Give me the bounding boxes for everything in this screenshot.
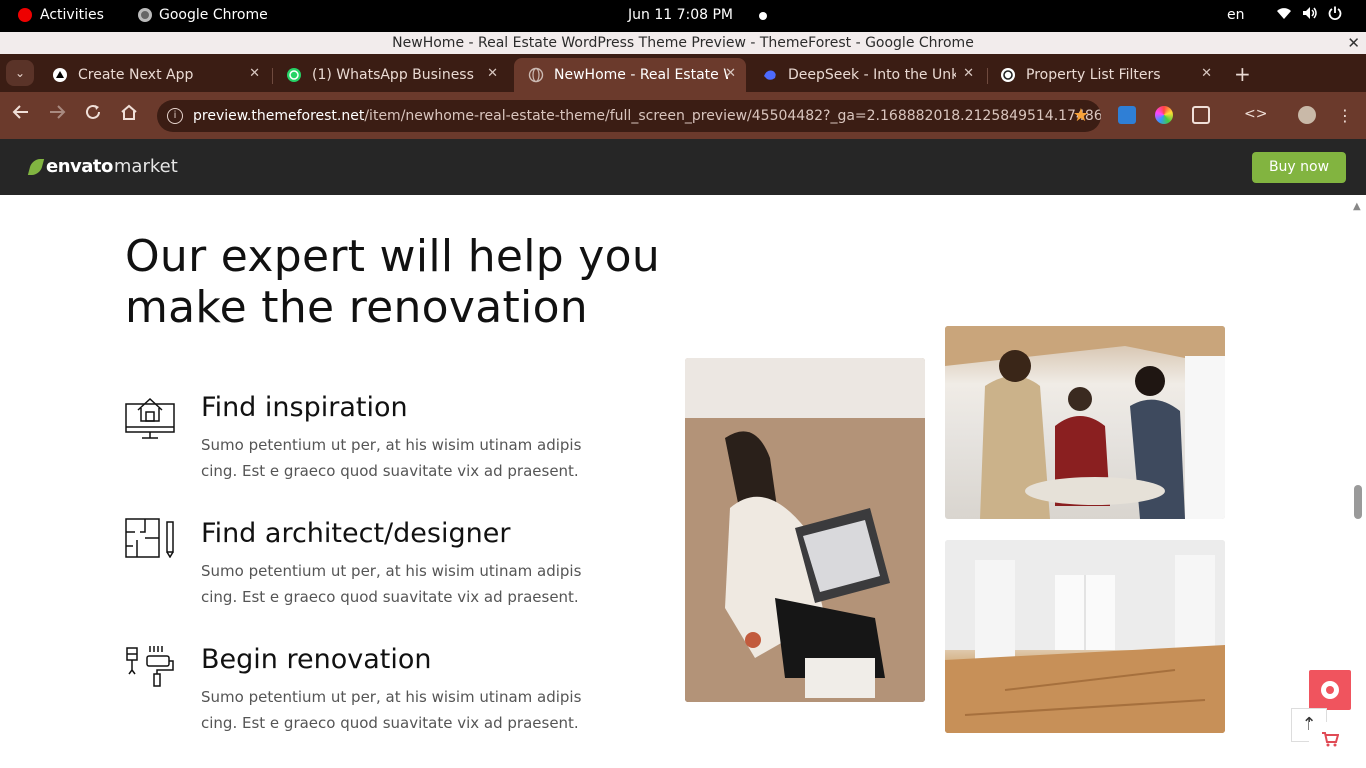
page-scrollbar-thumb[interactable] [1354,485,1362,519]
profile-avatar[interactable] [1298,106,1316,124]
tab-close-icon[interactable]: ✕ [1201,66,1212,81]
tab-label: NewHome - Real Estate W [554,67,728,83]
extension-icon[interactable] [1118,106,1136,124]
tab-close-icon[interactable]: ✕ [487,66,498,81]
scroll-up-arrow-icon[interactable]: ▲ [1353,201,1361,212]
paint-tools-icon [125,644,175,692]
feature-text: Sumo petentium ut per, at his wisim utin… [201,562,582,606]
feature-text: Sumo petentium ut per, at his wisim utin… [201,436,582,480]
tab-label: DeepSeek - Into the Unkn [788,67,956,83]
envato-leaf-icon [27,158,45,175]
bookmark-star-icon[interactable]: ★ [1073,100,1089,132]
tab-newhome[interactable]: NewHome - Real Estate W ✕ [514,58,746,92]
floorplan-pencil-icon [125,518,175,566]
empty-room-photo [945,540,1225,733]
power-icon [1328,6,1342,24]
chat-button[interactable] [1309,670,1351,710]
forward-arrow-icon[interactable] [48,104,66,125]
puzzle-extensions-icon[interactable] [1192,106,1210,124]
cart-icon[interactable] [1309,722,1351,764]
notification-dot-icon [759,12,767,20]
feature-title: Find inspiration [201,392,408,423]
theme-preview-page: Our expert will help you make the renova… [0,195,1366,768]
chrome-icon [138,8,152,22]
window-title: NewHome - Real Estate WordPress Theme Pr… [392,35,974,51]
openai-icon [1000,67,1016,83]
system-tray[interactable] [1276,6,1342,24]
address-bar[interactable]: i preview.themeforest.net/item/newhome-r… [157,100,1101,132]
devtools-code-icon[interactable]: <> [1244,106,1267,124]
whatsapp-icon [286,67,302,83]
app-name: Google Chrome [159,7,268,23]
feature-title: Find architect/designer [201,518,511,549]
chrome-menu-icon[interactable]: ⋮ [1336,106,1354,125]
new-tab-plus-icon[interactable]: + [1234,62,1251,86]
envato-logo[interactable]: envato market [27,156,178,177]
envato-header: envato market [0,139,1366,195]
color-picker-extension-icon[interactable] [1155,106,1173,124]
wifi-icon [1276,6,1292,24]
volume-icon [1302,6,1318,24]
tab-close-icon[interactable]: ✕ [963,66,974,81]
window-close-icon[interactable]: ✕ [1347,32,1360,54]
tab-create-next-app[interactable]: Create Next App ✕ [38,58,270,92]
system-top-bar: Activities Google Chrome Jun 11 7:08 PM … [0,0,1366,32]
clock[interactable]: Jun 11 7:08 PM [628,7,733,23]
chat-bubble-icon [1321,681,1339,699]
home-icon[interactable] [120,104,138,125]
team-planning-photo [945,326,1225,519]
house-monitor-icon [125,392,175,440]
tab-label: Property List Filters [1026,67,1161,83]
buy-now-button[interactable]: Buy now [1252,152,1346,183]
redhat-icon [18,8,32,22]
tab-label: (1) WhatsApp Business [312,67,474,83]
language-indicator[interactable]: en [1227,7,1245,23]
tab-label: Create Next App [78,67,194,83]
window-title-bar: NewHome - Real Estate WordPress Theme Pr… [0,32,1366,54]
logo-text: envato [46,156,113,177]
app-menu[interactable]: Google Chrome [138,7,268,23]
logo-suffix: market [113,156,178,177]
back-arrow-icon[interactable] [12,104,30,125]
activities-label: Activities [40,7,104,23]
deepseek-icon [762,67,778,83]
tab-property-list-filters[interactable]: Property List Filters ✕ [986,58,1222,92]
feature-text: Sumo petentium ut per, at his wisim utin… [201,688,582,732]
globe-icon [528,67,544,83]
tab-close-icon[interactable]: ✕ [725,66,736,81]
url-path: /item/newhome-real-estate-theme/full_scr… [364,108,1101,124]
tab-close-icon[interactable]: ✕ [249,66,260,81]
woman-laptop-photo [685,358,925,702]
tab-search-chevron-icon[interactable]: ⌄ [6,60,34,86]
tab-whatsapp[interactable]: (1) WhatsApp Business ✕ [272,58,508,92]
site-info-icon[interactable]: i [167,108,183,124]
triangle-icon [52,67,68,83]
reload-icon[interactable] [85,104,103,125]
tab-strip: ⌄ Create Next App ✕ (1) WhatsApp Busines… [0,54,1366,92]
tab-deepseek[interactable]: DeepSeek - Into the Unkn ✕ [748,58,984,92]
activities-button[interactable]: Activities [18,7,104,23]
feature-title: Begin renovation [201,644,432,675]
section-headline: Our expert will help you make the renova… [125,231,661,333]
url-host: preview.themeforest.net [193,108,365,124]
